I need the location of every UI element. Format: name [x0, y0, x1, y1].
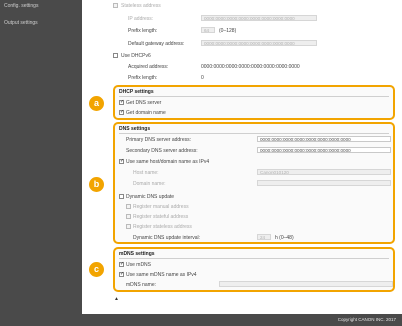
acquired-address-value: 0000:0000:0000:0000:0000:0000:0000:0000: [201, 64, 300, 70]
dns-interval-range: h (0–48): [275, 235, 294, 241]
acquired-prefix-label: Prefix length:: [128, 75, 158, 81]
get-domain-name-checkbox[interactable]: [119, 109, 124, 115]
section-divider: [119, 96, 389, 97]
footer: Copyright CANON INC. 2017: [0, 314, 402, 326]
mdns-settings-title: mDNS settings: [119, 251, 155, 257]
section-divider: [119, 258, 389, 259]
register-manual-checkbox[interactable]: [126, 204, 131, 209]
callout-badge-a: a: [89, 96, 104, 111]
prefix-length-field[interactable]: 64: [201, 27, 215, 33]
dns-settings-section: DNS settings Primary DNS server address:…: [113, 122, 395, 244]
secondary-dns-field[interactable]: 0000:0000:0000:0000:0000:0000:0000:0000: [257, 147, 391, 153]
dynamic-dns-label: Dynamic DNS update: [126, 194, 175, 200]
dhcp-settings-title: DHCP settings: [119, 89, 154, 95]
prefix-length-label: Prefix length:: [128, 28, 158, 34]
prefix-range-text: (0–128): [219, 28, 237, 34]
section-divider: [119, 133, 389, 134]
use-mdns-label: Use mDNS: [126, 262, 152, 268]
stateless-address-checkbox[interactable]: [113, 3, 118, 8]
primary-dns-field[interactable]: 0000:0000:0000:0000:0000:0000:0000:0000: [257, 136, 391, 142]
secondary-dns-label: Secondary DNS server address:: [126, 148, 198, 154]
same-host-domain-checkbox[interactable]: [119, 158, 124, 164]
mdns-name-label: mDNS name:: [126, 282, 157, 288]
ip-address-label: IP address:: [128, 16, 154, 22]
dns-interval-label: Dynamic DNS update interval:: [133, 235, 200, 241]
register-stateful-label: Register stateful address: [133, 214, 189, 220]
register-manual-label: Register manual address: [133, 204, 189, 210]
use-dhcpv6-label: Use DHCPv6: [121, 53, 151, 59]
register-stateful-checkbox[interactable]: [126, 214, 131, 219]
callout-badge-b: b: [89, 177, 104, 192]
same-mdns-name-label: Use same mDNS name as IPv4: [126, 272, 197, 278]
register-stateless-checkbox[interactable]: [126, 224, 131, 229]
get-dns-server-label: Get DNS server: [126, 100, 162, 106]
use-dhcpv6-checkbox[interactable]: [113, 53, 118, 58]
sidebar-item-config[interactable]: Config. settings: [4, 3, 38, 9]
domain-name-field[interactable]: [257, 180, 391, 186]
same-mdns-name-checkbox[interactable]: [119, 271, 124, 277]
primary-dns-label: Primary DNS server address:: [126, 137, 192, 143]
same-host-domain-label: Use same host/domain name as IPv4: [126, 159, 210, 165]
host-name-label: Host name:: [133, 170, 159, 176]
back-to-top-icon[interactable]: ▲: [114, 296, 119, 302]
dhcp-settings-section: DHCP settings Get DNS server Get domain …: [113, 85, 395, 120]
dns-interval-field[interactable]: 24: [257, 234, 271, 240]
callout-badge-c: c: [89, 262, 104, 277]
dynamic-dns-checkbox[interactable]: [119, 194, 124, 199]
acquired-address-label: Acquired address:: [128, 64, 169, 70]
stateless-address-label: Stateless address: [121, 3, 161, 9]
get-domain-name-label: Get domain name: [126, 110, 166, 116]
mdns-settings-section: mDNS settings Use mDNS Use same mDNS nam…: [113, 247, 395, 292]
copyright-text: Copyright CANON INC. 2017: [337, 317, 396, 322]
host-name-field[interactable]: Canon010120: [257, 169, 391, 175]
use-mdns-checkbox[interactable]: [119, 261, 124, 267]
default-gateway-field[interactable]: 0000:0000:0000:0000:0000:0000:0000:0000: [201, 40, 317, 46]
register-stateless-label: Register stateless address: [133, 224, 192, 230]
sidebar: Config. settings Output settings: [0, 0, 82, 314]
domain-name-label: Domain name:: [133, 181, 166, 187]
acquired-prefix-value: 0: [201, 75, 204, 81]
default-gateway-label: Default gateway address:: [128, 41, 185, 47]
dns-settings-title: DNS settings: [119, 126, 151, 132]
mdns-name-field[interactable]: [219, 281, 393, 287]
ip-address-field[interactable]: 0000:0000:0000:0000:0000:0000:0000:0000: [201, 15, 317, 21]
get-dns-server-checkbox[interactable]: [119, 99, 124, 105]
sidebar-item-output[interactable]: Output settings: [4, 20, 38, 26]
